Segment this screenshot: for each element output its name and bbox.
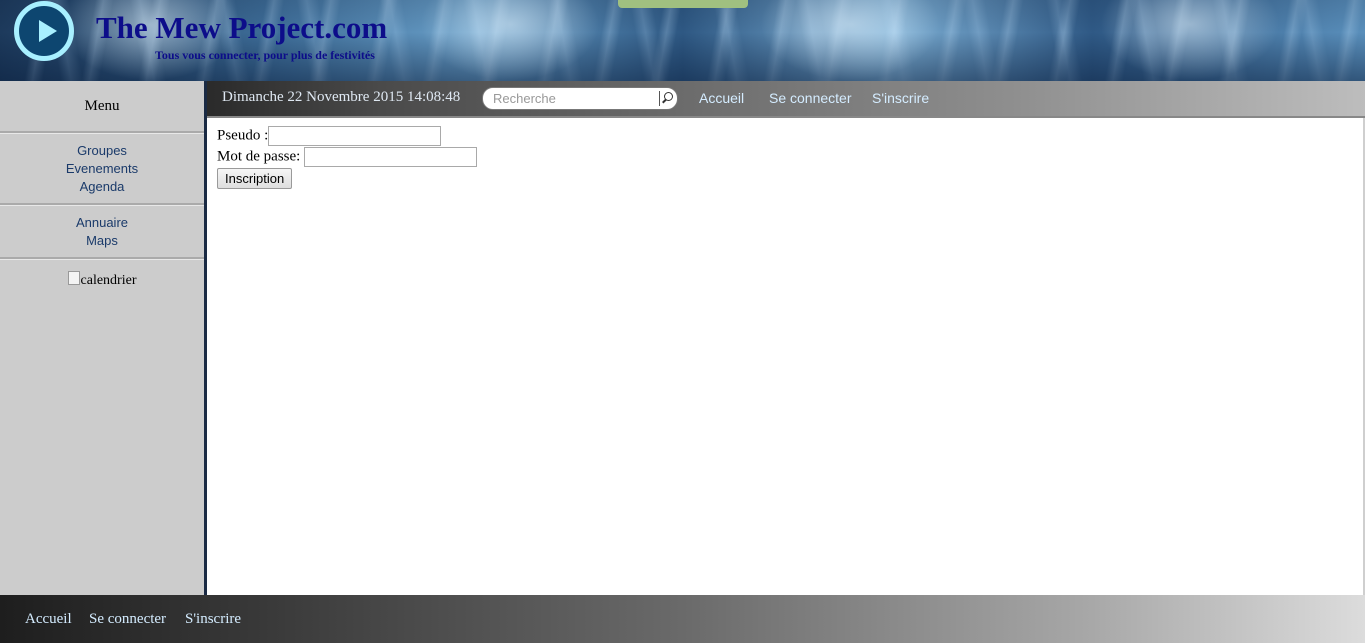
site-header: The Mew Project.com Tous vous connecter,…: [0, 0, 1365, 81]
site-subtitle: Tous vous connecter, pour plus de festiv…: [155, 48, 375, 62]
magnifier-icon[interactable]: [659, 91, 674, 106]
footer-link-se-connecter[interactable]: Se connecter: [89, 611, 166, 628]
play-triangle-icon: [39, 20, 57, 42]
search-box: [482, 87, 678, 110]
nav-link-accueil[interactable]: Accueil: [699, 90, 744, 106]
header-light-decoration: [760, 0, 940, 81]
site-title[interactable]: The Mew Project.com: [96, 10, 387, 46]
sidebar-divider: [0, 257, 204, 260]
sidebar-group-events: Groupes Evenements Agenda: [0, 142, 204, 196]
sidebar-divider: [0, 203, 204, 206]
sidebar-group-directory: Annuaire Maps: [0, 214, 204, 250]
top-navbar: Dimanche 22 Novembre 2015 14:08:48 Accue…: [207, 81, 1365, 118]
nav-link-se-connecter[interactable]: Se connecter: [769, 90, 852, 106]
site-footer: Accueil Se connecter S'inscrire: [0, 595, 1365, 643]
pseudo-label: Pseudo :: [217, 127, 269, 144]
header-light-decoration: [1100, 0, 1280, 81]
current-datetime: Dimanche 22 Novembre 2015 14:08:48: [222, 89, 461, 105]
pseudo-row: Pseudo :: [217, 126, 442, 146]
broken-image-icon: [67, 271, 80, 285]
pseudo-field[interactable]: [268, 126, 442, 146]
sidebar-item-agenda[interactable]: Agenda: [0, 178, 204, 196]
password-label: Mot de passe:: [217, 148, 301, 165]
sidebar-divider: [0, 131, 204, 134]
header-light-decoration: [420, 0, 600, 81]
calendar-alt-text: calendrier: [80, 273, 137, 288]
footer-link-accueil[interactable]: Accueil: [25, 611, 72, 628]
calendar-image: calendrier: [0, 271, 204, 289]
password-row: Mot de passe:: [217, 147, 478, 167]
sidebar-item-maps[interactable]: Maps: [0, 232, 204, 250]
sidebar-item-groupes[interactable]: Groupes: [0, 142, 204, 160]
inscription-button[interactable]: Inscription: [217, 168, 293, 189]
password-field[interactable]: [304, 147, 478, 167]
search-input[interactable]: [493, 90, 659, 107]
footer-link-sinscrire[interactable]: S'inscrire: [185, 611, 241, 628]
main-content: Pseudo : Mot de passe: Inscription: [207, 118, 1365, 595]
sidebar-item-annuaire[interactable]: Annuaire: [0, 214, 204, 232]
sidebar-menu-title: Menu: [84, 97, 120, 114]
sidebar-item-evenements[interactable]: Evenements: [0, 160, 204, 178]
nav-link-sinscrire[interactable]: S'inscrire: [872, 90, 929, 106]
top-tab-handle[interactable]: [618, 0, 748, 8]
sidebar: Menu Groupes Evenements Agenda Annuaire …: [0, 81, 207, 595]
